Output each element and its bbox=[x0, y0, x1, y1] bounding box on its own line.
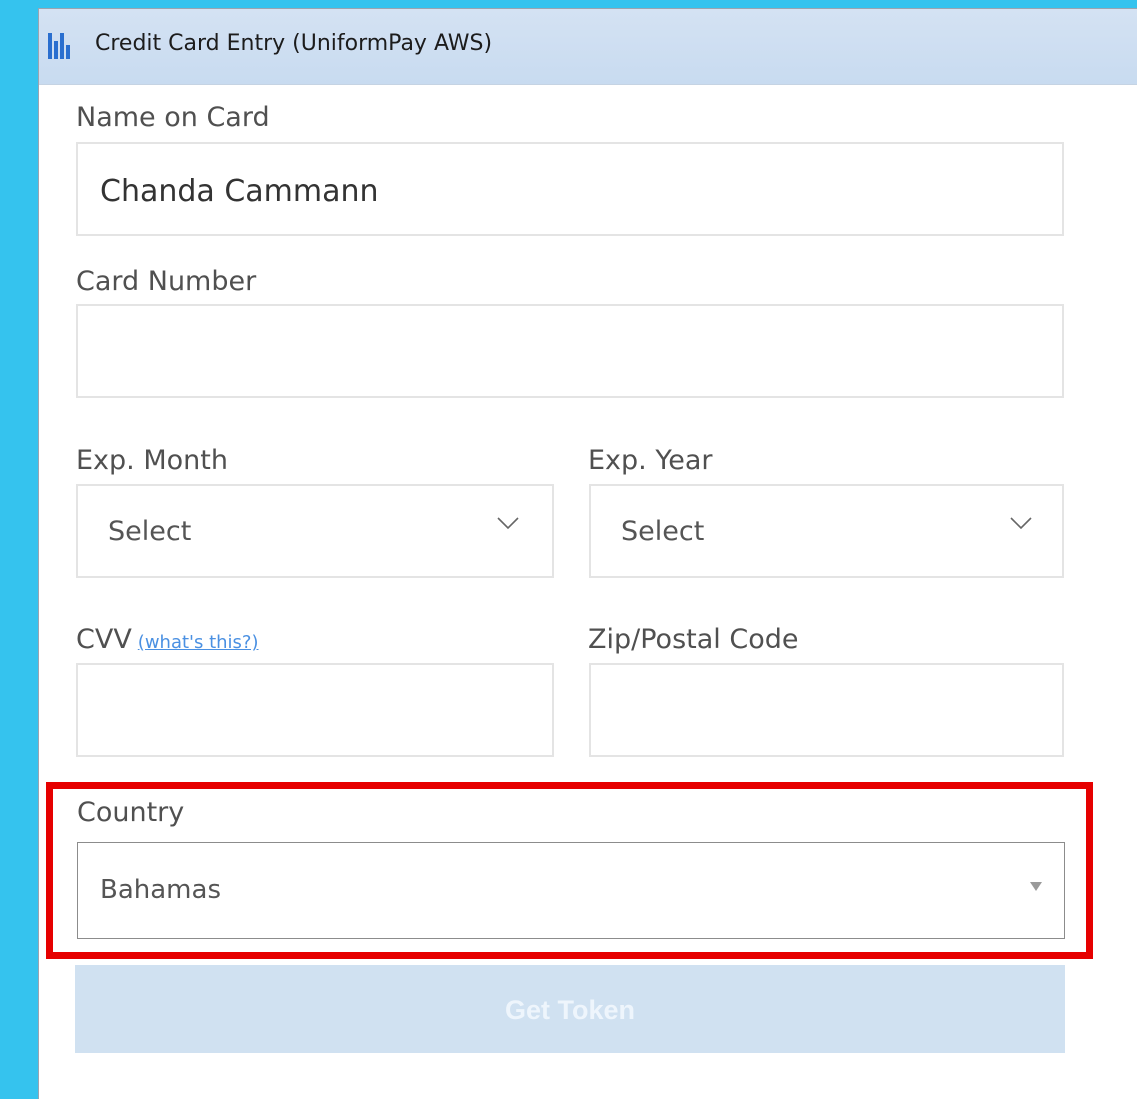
card-number-label: Card Number bbox=[76, 266, 257, 297]
window-title: Credit Card Entry (UniformPay AWS) bbox=[95, 31, 493, 56]
exp-month-label: Exp. Month bbox=[76, 445, 228, 476]
name-on-card-value: Chanda Cammann bbox=[100, 174, 379, 209]
chevron-down-icon bbox=[1010, 517, 1032, 530]
dropdown-arrow-icon bbox=[1030, 882, 1042, 891]
zip-input[interactable] bbox=[589, 663, 1064, 757]
chevron-down-icon bbox=[497, 517, 519, 530]
zip-label: Zip/Postal Code bbox=[588, 624, 799, 655]
country-label: Country bbox=[77, 797, 185, 828]
name-on-card-input[interactable]: Chanda Cammann bbox=[76, 142, 1064, 236]
title-bar: Credit Card Entry (UniformPay AWS) bbox=[39, 9, 1137, 85]
cvv-label-text: CVV bbox=[76, 624, 132, 655]
card-number-input[interactable] bbox=[76, 304, 1064, 398]
uniformpay-icon bbox=[48, 31, 70, 59]
get-token-button[interactable]: Get Token bbox=[75, 965, 1065, 1053]
country-value: Bahamas bbox=[100, 875, 221, 905]
country-select[interactable]: Bahamas bbox=[77, 842, 1065, 939]
exp-month-select[interactable]: Select bbox=[76, 484, 554, 578]
exp-month-value: Select bbox=[108, 516, 192, 547]
name-on-card-label: Name on Card bbox=[76, 102, 270, 133]
exp-year-value: Select bbox=[621, 516, 705, 547]
exp-year-select[interactable]: Select bbox=[589, 484, 1064, 578]
cvv-help-link[interactable]: (what's this?) bbox=[138, 632, 259, 653]
cvv-input[interactable] bbox=[76, 663, 554, 757]
cvv-label: CVV (what's this?) bbox=[76, 624, 259, 655]
exp-year-label: Exp. Year bbox=[588, 445, 713, 476]
